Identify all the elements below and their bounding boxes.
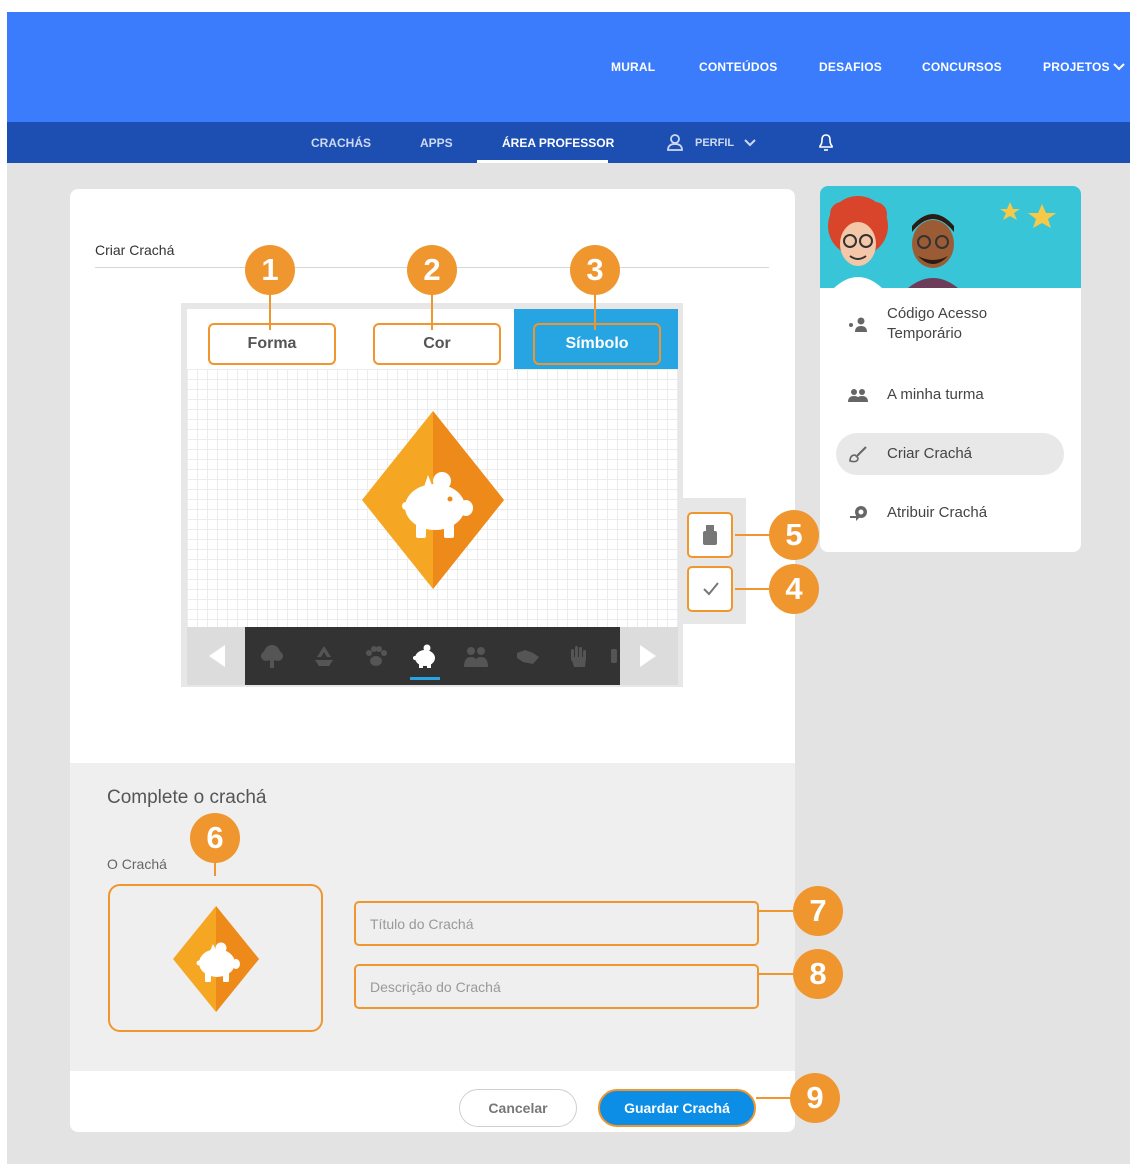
- sub-nav: CRACHÁS APPS ÁREA PROFESSOR PERFIL: [7, 122, 1130, 163]
- badge-preview-small: [173, 906, 259, 1012]
- sidebar-item-minha-turma[interactable]: A minha turma: [836, 374, 1064, 416]
- brush-icon: [849, 446, 867, 463]
- sidebar-item-label: Criar Crachá: [887, 445, 973, 462]
- callout-1: 1: [245, 245, 295, 295]
- subnav-perfil[interactable]: PERFIL: [695, 137, 734, 149]
- tab-cor[interactable]: Cor: [373, 323, 501, 365]
- badge-title-input[interactable]: [354, 901, 759, 946]
- callout-5: 5: [769, 510, 819, 560]
- selected-symbol-indicator: [410, 677, 440, 680]
- nav-mural[interactable]: MURAL: [611, 60, 655, 74]
- sidebar-item-label: Atribuir Crachá: [887, 504, 988, 521]
- confirm-button[interactable]: [687, 566, 733, 612]
- arrow-left-icon[interactable]: [187, 627, 239, 685]
- sidebar-item-codigo-acesso[interactable]: Código Acesso Temporário: [836, 304, 1064, 346]
- complete-section: Complete o crachá O Crachá: [70, 763, 795, 1071]
- callout-connector: [735, 534, 769, 536]
- symbol-strip: [245, 627, 620, 685]
- callout-connector: [594, 290, 596, 330]
- bell-icon[interactable]: [817, 132, 835, 152]
- hand-icon[interactable]: [565, 643, 591, 669]
- callout-connector: [431, 290, 433, 330]
- chevron-down-icon[interactable]: [1113, 62, 1125, 72]
- sidebar-illustration: [820, 186, 1081, 288]
- badge-canvas[interactable]: [187, 369, 678, 627]
- check-icon: [703, 582, 719, 596]
- user-icon[interactable]: [666, 133, 684, 151]
- callout-6: 6: [190, 813, 240, 863]
- piggy-bank-icon[interactable]: [412, 643, 438, 669]
- badge-description-input[interactable]: [354, 964, 759, 1009]
- card-title: Criar Crachá: [95, 242, 175, 258]
- subnav-crachas[interactable]: CRACHÁS: [311, 136, 371, 150]
- chevron-down-icon[interactable]: [744, 138, 756, 148]
- paw-icon[interactable]: [363, 643, 389, 669]
- nav-conteudos[interactable]: CONTEÚDOS: [699, 60, 777, 74]
- create-badge-card: Criar Crachá Forma Cor Símbolo Complete …: [70, 189, 795, 1132]
- callout-connector: [759, 910, 793, 912]
- page-frame: MURAL CONTEÚDOS DESAFIOS CONCURSOS PROJE…: [7, 12, 1130, 1164]
- callout-8: 8: [793, 949, 843, 999]
- subnav-area-professor[interactable]: ÁREA PROFESSOR: [502, 136, 614, 150]
- app: MURAL CONTEÚDOS DESAFIOS CONCURSOS PROJE…: [0, 0, 1130, 1164]
- nav-desafios[interactable]: DESAFIOS: [819, 60, 882, 74]
- save-badge-button[interactable]: Guardar Crachá: [598, 1089, 756, 1127]
- cancel-button[interactable]: Cancelar: [459, 1089, 577, 1127]
- editor-toolbox: [682, 498, 746, 624]
- symbol-picker: [187, 627, 678, 685]
- handshake-icon[interactable]: [515, 643, 541, 669]
- callout-connector: [735, 588, 769, 590]
- tab-simbolo[interactable]: Símbolo: [533, 323, 661, 365]
- code-access-icon: [849, 317, 867, 332]
- sidebar-item-label: Código Acesso Temporário: [887, 305, 988, 342]
- partial-symbol-icon: [611, 649, 617, 663]
- arrow-right-icon[interactable]: [626, 627, 678, 685]
- group-icon: [848, 389, 868, 402]
- callout-7: 7: [793, 886, 843, 936]
- callout-connector: [759, 973, 793, 975]
- callout-9: 9: [790, 1073, 840, 1123]
- badge-preview-large: [362, 411, 504, 589]
- callout-connector: [756, 1097, 790, 1099]
- usb-drive-icon: [703, 525, 717, 545]
- save-disk-button[interactable]: [687, 512, 733, 558]
- nav-projetos[interactable]: PROJETOS: [1043, 60, 1110, 74]
- callout-2: 2: [407, 245, 457, 295]
- sidebar-item-atribuir-cracha[interactable]: Atribuir Crachá: [836, 492, 1064, 534]
- badge-editor: Forma Cor Símbolo: [181, 303, 683, 687]
- top-nav: MURAL CONTEÚDOS DESAFIOS CONCURSOS PROJE…: [7, 12, 1130, 122]
- section-heading: Complete o crachá: [107, 787, 267, 808]
- active-tab-indicator: [477, 160, 608, 163]
- subnav-apps[interactable]: APPS: [420, 136, 453, 150]
- callout-4: 4: [769, 564, 819, 614]
- badge-label: O Crachá: [107, 856, 167, 872]
- teachers-illustration: [828, 196, 1056, 288]
- sidebar-item-label: A minha turma: [887, 386, 984, 403]
- people-icon[interactable]: [463, 643, 489, 669]
- callout-3: 3: [570, 245, 620, 295]
- assign-badge-icon: [850, 506, 867, 521]
- callout-connector: [214, 862, 216, 876]
- tree-icon[interactable]: [259, 643, 285, 669]
- sidebar-item-criar-cracha[interactable]: Criar Crachá: [836, 433, 1064, 475]
- sidebar: Código Acesso Temporário A minha turma C…: [820, 186, 1081, 552]
- nav-concursos[interactable]: CONCURSOS: [922, 60, 1002, 74]
- recycle-icon[interactable]: [311, 643, 337, 669]
- badge-preview: [108, 884, 323, 1032]
- callout-connector: [269, 290, 271, 330]
- tab-forma[interactable]: Forma: [208, 323, 336, 365]
